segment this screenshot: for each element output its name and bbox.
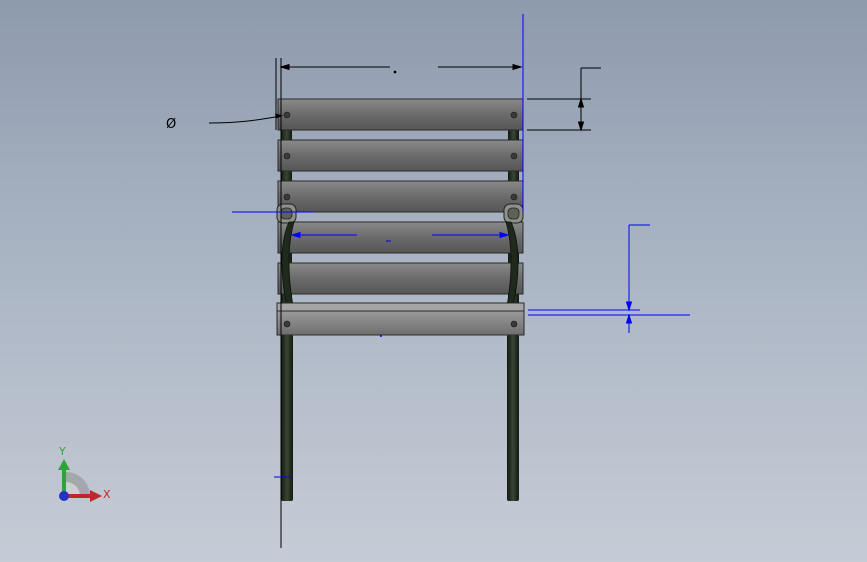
coordinate-triad[interactable]: Y X [58,445,111,502]
seat-back-edge[interactable] [276,302,525,312]
back-slat-2[interactable] [277,139,524,172]
left-arm-bracket[interactable] [276,203,297,224]
center-mark [380,335,382,337]
back-slat-4[interactable] [277,221,524,254]
drawing-viewport[interactable]: Ø Y X [0,0,867,562]
diameter-leader[interactable]: Ø [166,113,283,133]
y-axis-label: Y [58,445,66,458]
back-slat-5[interactable] [277,262,524,295]
right-arm-bracket[interactable] [503,203,524,224]
x-axis-label: X [103,488,111,501]
back-slat-1[interactable] [277,98,524,131]
right-front-leg[interactable] [507,335,519,501]
left-front-leg[interactable] [281,335,293,501]
slat-height-dimension[interactable] [527,67,601,132]
diameter-symbol: Ø [166,117,176,132]
back-slat-3[interactable] [277,180,524,213]
seat-front-slat[interactable] [276,310,525,336]
seat-thickness-dimension[interactable] [528,224,690,333]
chair-model[interactable] [276,98,525,501]
